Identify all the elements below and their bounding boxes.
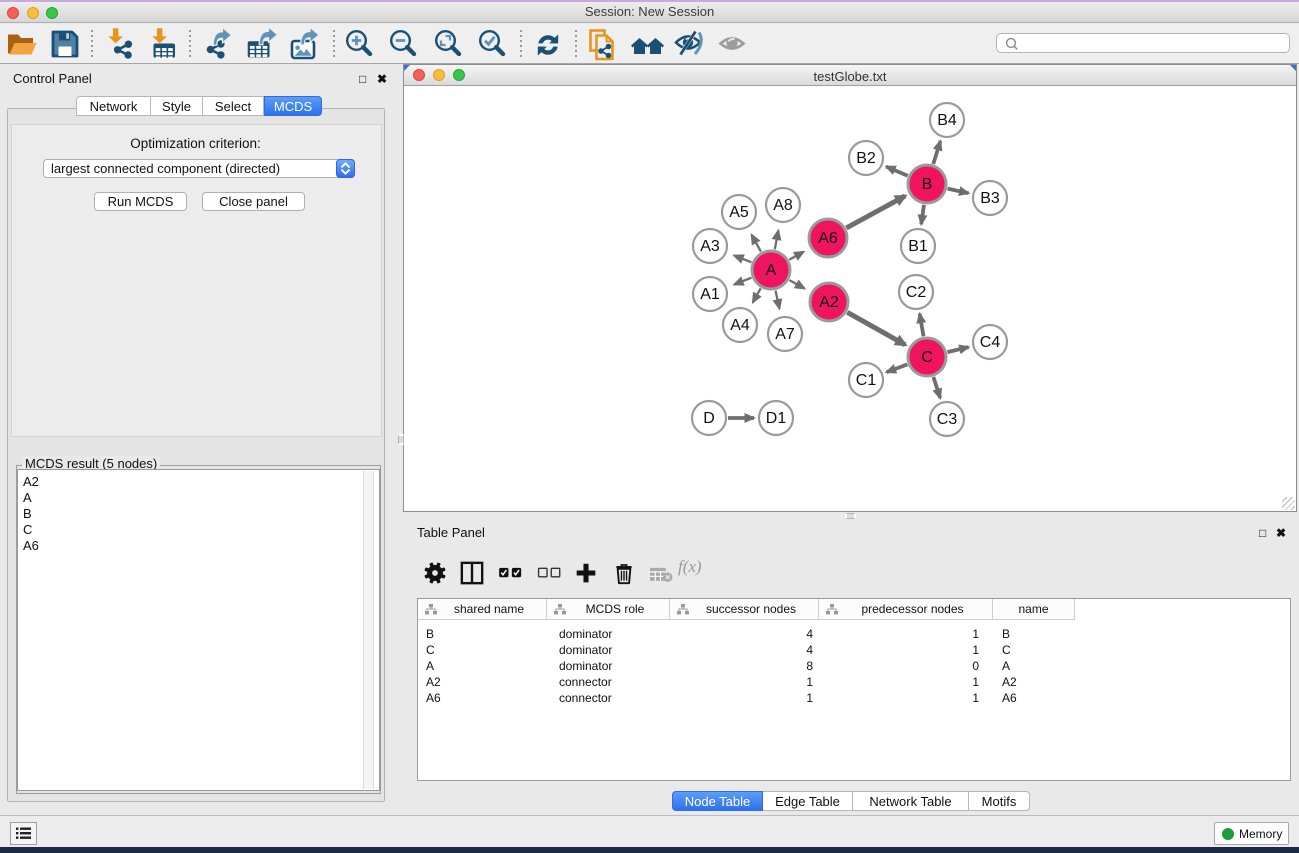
svg-text:C1: C1: [856, 372, 877, 389]
svg-text:D: D: [703, 410, 715, 427]
svg-text:A6: A6: [818, 230, 838, 247]
svg-text:B2: B2: [856, 150, 876, 167]
svg-text:A8: A8: [773, 197, 793, 214]
svg-text:A: A: [766, 262, 777, 279]
svg-text:B3: B3: [980, 190, 1000, 207]
svg-text:A4: A4: [730, 317, 750, 334]
svg-text:C2: C2: [906, 284, 927, 301]
svg-text:A3: A3: [700, 238, 720, 255]
svg-text:B: B: [922, 176, 933, 193]
svg-text:A2: A2: [819, 294, 839, 311]
svg-text:B1: B1: [908, 238, 928, 255]
svg-text:B4: B4: [937, 112, 957, 129]
svg-text:A7: A7: [775, 326, 795, 343]
svg-text:C: C: [921, 349, 933, 366]
svg-text:C4: C4: [980, 334, 1001, 351]
svg-text:A1: A1: [700, 286, 720, 303]
svg-text:A5: A5: [729, 204, 749, 221]
svg-text:C3: C3: [937, 411, 958, 428]
svg-text:D1: D1: [766, 410, 787, 427]
